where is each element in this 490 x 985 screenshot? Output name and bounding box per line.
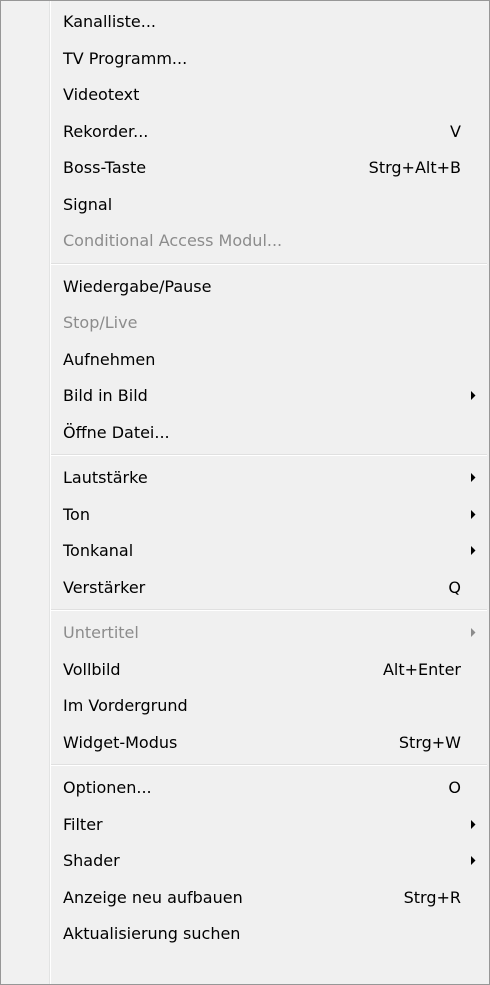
menu-item-filter[interactable]: Filter bbox=[1, 807, 489, 844]
menu-item-optionen[interactable]: Optionen... O bbox=[1, 770, 489, 807]
context-menu: Kanalliste... TV Programm... Videotext Reko… bbox=[0, 0, 490, 985]
menu-item-shortcut: Alt+Enter bbox=[382, 659, 461, 679]
menu-separator bbox=[1, 260, 489, 269]
menu-item-rekorder[interactable]: Rekorder... V bbox=[1, 114, 489, 151]
menu-item-label: Im Vordergrund bbox=[63, 696, 188, 715]
menu-list: Kanalliste... TV Programm... Videotext Reko… bbox=[1, 4, 489, 953]
menu-item-shortcut: O bbox=[448, 778, 461, 797]
menu-item-shortcut: V bbox=[450, 121, 461, 141]
menu-item-shortcut: Strg+W bbox=[398, 732, 461, 752]
menu-item-anzeige-neu-aufbauen[interactable]: Anzeige neu aufbauen Strg+R bbox=[1, 880, 489, 917]
menu-item-tv-programm[interactable]: TV Programm... bbox=[1, 41, 489, 78]
menu-item-lautstaerke[interactable]: Lautstärke bbox=[1, 460, 489, 497]
menu-item-shortcut: Strg+R bbox=[403, 887, 461, 907]
menu-item-label: Aufnehmen bbox=[63, 349, 156, 369]
menu-item-label: Conditional Access Modul... bbox=[63, 231, 283, 250]
menu-item-bild-in-bild[interactable]: Bild in Bild bbox=[1, 378, 489, 415]
menu-item-label: Shader bbox=[63, 851, 120, 870]
submenu-arrow-icon bbox=[471, 497, 479, 534]
menu-item-label: Bild in Bild bbox=[63, 386, 148, 405]
menu-item-label: Stop/Live bbox=[63, 313, 138, 332]
menu-item-label: Ton bbox=[63, 504, 90, 524]
menu-item-boss-taste[interactable]: Boss-Taste Strg+Alt+B bbox=[1, 150, 489, 187]
menu-separator bbox=[1, 451, 489, 460]
menu-item-verstaerker[interactable]: Verstärker Q bbox=[1, 570, 489, 607]
menu-item-shortcut: Q bbox=[448, 577, 461, 597]
menu-item-label: Lautstärke bbox=[63, 468, 148, 487]
menu-item-widget-modus[interactable]: Widget-Modus Strg+W bbox=[1, 725, 489, 762]
menu-item-aktualisierung-suchen[interactable]: Aktualisierung suchen bbox=[1, 916, 489, 953]
menu-item-label: Kanalliste... bbox=[63, 12, 157, 31]
menu-item-kanalliste[interactable]: Kanalliste... bbox=[1, 4, 489, 41]
menu-item-label: Rekorder... bbox=[63, 121, 149, 141]
menu-item-tonkanal[interactable]: Tonkanal bbox=[1, 533, 489, 570]
menu-item-untertitel: Untertitel bbox=[1, 615, 489, 652]
menu-separator bbox=[1, 606, 489, 615]
menu-item-stop-live: Stop/Live bbox=[1, 305, 489, 342]
menu-item-oeffne-datei[interactable]: Öffne Datei... bbox=[1, 415, 489, 452]
menu-item-conditional-access-modul: Conditional Access Modul... bbox=[1, 223, 489, 260]
menu-item-im-vordergrund[interactable]: Im Vordergrund bbox=[1, 688, 489, 725]
submenu-arrow-icon bbox=[471, 533, 479, 570]
menu-item-label: Vollbild bbox=[63, 659, 121, 679]
menu-item-label: Tonkanal bbox=[63, 541, 134, 560]
submenu-arrow-icon bbox=[471, 807, 479, 844]
menu-item-aufnehmen[interactable]: Aufnehmen bbox=[1, 342, 489, 379]
submenu-arrow-icon bbox=[471, 378, 479, 415]
menu-item-label: Boss-Taste bbox=[63, 158, 147, 177]
menu-item-videotext[interactable]: Videotext bbox=[1, 77, 489, 114]
submenu-arrow-icon bbox=[471, 615, 479, 652]
menu-item-label: Anzeige neu aufbauen bbox=[63, 887, 243, 907]
menu-item-shader[interactable]: Shader bbox=[1, 843, 489, 880]
menu-item-label: Widget-Modus bbox=[63, 732, 178, 752]
menu-item-label: Aktualisierung suchen bbox=[63, 924, 241, 943]
menu-item-label: Filter bbox=[63, 814, 103, 834]
submenu-arrow-icon bbox=[471, 460, 479, 497]
menu-item-vollbild[interactable]: Vollbild Alt+Enter bbox=[1, 652, 489, 689]
menu-item-label: Videotext bbox=[63, 85, 140, 104]
menu-separator bbox=[1, 761, 489, 770]
submenu-arrow-icon bbox=[471, 843, 479, 880]
menu-item-label: Verstärker bbox=[63, 577, 146, 597]
menu-item-wiedergabe-pause[interactable]: Wiedergabe/Pause bbox=[1, 269, 489, 306]
menu-item-label: Optionen... bbox=[63, 778, 152, 797]
menu-item-signal[interactable]: Signal bbox=[1, 187, 489, 224]
menu-item-label: Signal bbox=[63, 194, 113, 214]
menu-item-label: TV Programm... bbox=[63, 48, 188, 68]
menu-item-label: Untertitel bbox=[63, 623, 139, 642]
menu-item-label: Öffne Datei... bbox=[63, 422, 170, 442]
menu-item-shortcut: Strg+Alt+B bbox=[368, 158, 461, 177]
menu-item-label: Wiedergabe/Pause bbox=[63, 276, 212, 296]
menu-item-ton[interactable]: Ton bbox=[1, 497, 489, 534]
